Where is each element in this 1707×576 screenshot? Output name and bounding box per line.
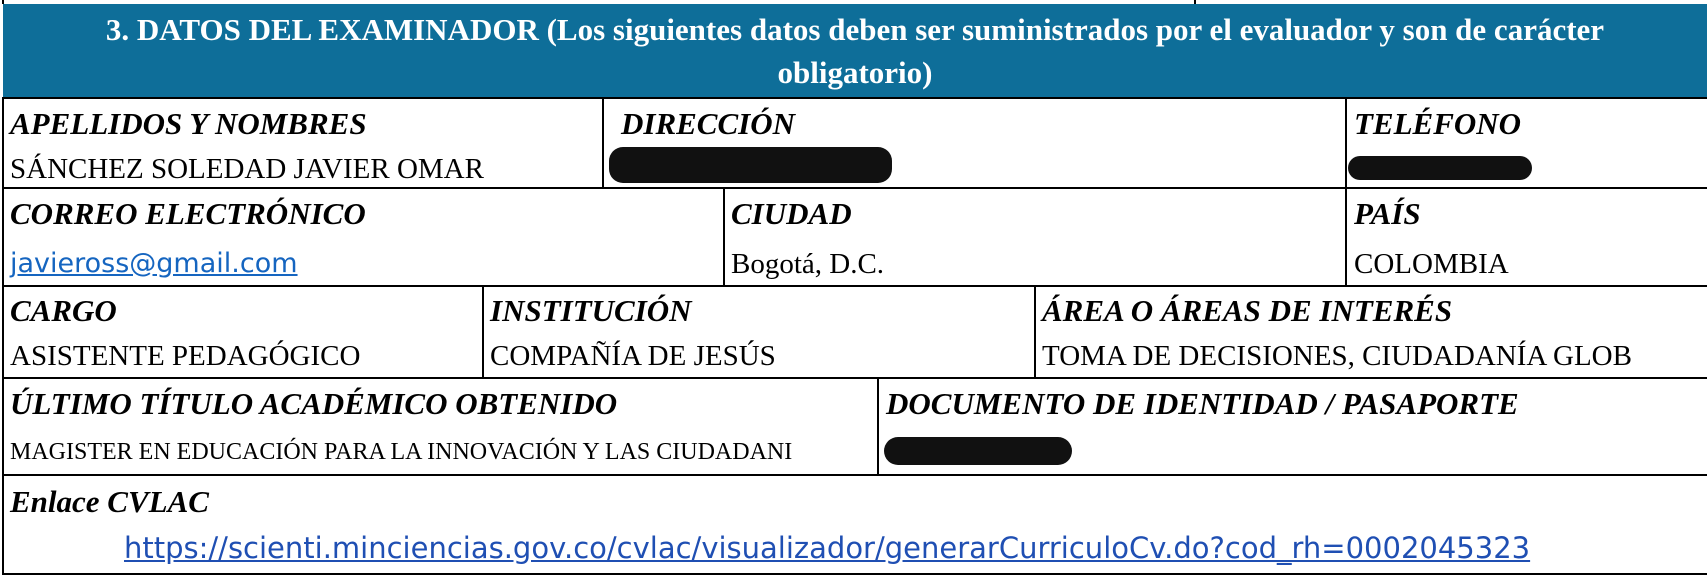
correo-label: CORREO ELECTRÓNICO (10, 196, 366, 231)
nombres-value: SÁNCHEZ SOLEDAD JAVIER OMAR (10, 153, 484, 185)
grid-line (877, 377, 879, 476)
grid-line (2, 377, 1707, 379)
grid-line (1345, 187, 1347, 287)
redaction-direccion (609, 147, 892, 183)
documento-label: DOCUMENTO DE IDENTIDAD / PASAPORTE (886, 386, 1519, 421)
institucion-value: COMPAÑÍA DE JESÚS (490, 340, 776, 372)
grid-line (723, 187, 725, 287)
grid-line (2, 573, 1707, 575)
ciudad-label: CIUDAD (731, 196, 852, 231)
grid-line (2, 474, 1707, 476)
grid-line (2, 285, 1707, 287)
grid-line (482, 285, 484, 379)
nombres-label: APELLIDOS Y NOMBRES (10, 106, 367, 141)
pais-label: PAÍS (1354, 196, 1421, 231)
areas-label: ÁREA O ÁREAS DE INTERÉS (1042, 293, 1453, 328)
cargo-value: ASISTENTE PEDAGÓGICO (10, 340, 361, 372)
cvlac-link[interactable]: https://scienti.minciencias.gov.co/cvlac… (124, 528, 1530, 568)
telefono-label: TELÉFONO (1354, 106, 1522, 141)
institucion-label: INSTITUCIÓN (490, 293, 692, 328)
email-link[interactable]: javieross@gmail.com (10, 246, 298, 282)
grid-line (2, 97, 4, 575)
titulo-label: ÚLTIMO TÍTULO ACADÉMICO OBTENIDO (10, 386, 618, 421)
titulo-value: MAGISTER EN EDUCACIÓN PARA LA INNOVACIÓN… (10, 439, 793, 465)
section-header: 3. DATOS DEL EXAMINADOR (Los siguientes … (3, 4, 1707, 97)
examiner-data-form: 3. DATOS DEL EXAMINADOR (Los siguientes … (0, 0, 1707, 576)
grid-line (2, 187, 1707, 189)
direccion-label: DIRECCIÓN (621, 106, 795, 141)
cargo-label: CARGO (10, 293, 117, 328)
ciudad-value: Bogotá, D.C. (731, 248, 885, 280)
redaction-documento (884, 437, 1072, 465)
areas-value: TOMA DE DECISIONES, CIUDADANÍA GLOB (1042, 340, 1632, 372)
grid-line (1345, 97, 1347, 189)
grid-line (1034, 285, 1036, 379)
cvlac-label: Enlace CVLAC (10, 484, 209, 519)
pais-value: COLOMBIA (1354, 248, 1509, 280)
redaction-telefono (1348, 156, 1532, 180)
grid-line (2, 97, 1707, 99)
grid-line (602, 97, 604, 189)
